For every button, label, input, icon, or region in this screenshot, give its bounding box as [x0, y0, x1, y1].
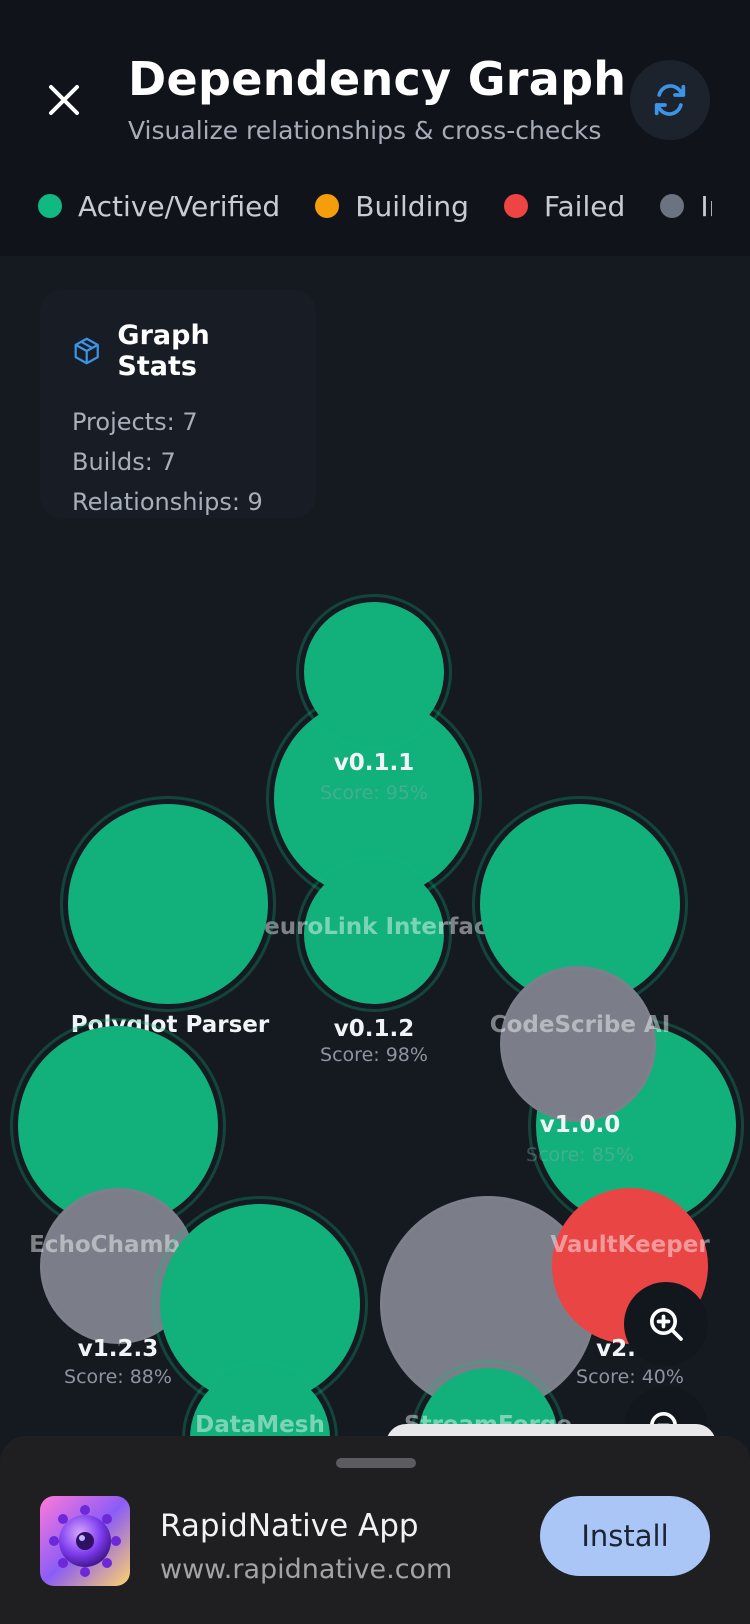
- page-title: Dependency Graph: [128, 52, 627, 106]
- header: Dependency Graph Visualize relationships…: [0, 0, 750, 256]
- sheet-handle[interactable]: [336, 1458, 416, 1468]
- install-button[interactable]: Install: [540, 1496, 710, 1576]
- node-label: v1.2.3: [77, 1336, 159, 1362]
- legend-item-building: Building: [315, 186, 469, 226]
- refresh-button[interactable]: [630, 60, 710, 140]
- node-label: DataMesh: [195, 1412, 325, 1438]
- legend-dot-active: [38, 194, 62, 218]
- legend-item-active: Active/Verified: [38, 186, 280, 226]
- node-label: v1.0.0: [539, 1112, 621, 1138]
- node-score: Score: 98%: [320, 1044, 428, 1066]
- node-score: Score: 85%: [526, 1144, 634, 1166]
- page-subtitle: Visualize relationships & cross-checks: [128, 116, 602, 145]
- node-v0-1-1[interactable]: [304, 602, 444, 742]
- stats-title: Graph Stats: [117, 320, 210, 382]
- node-polyglot-parser[interactable]: [68, 804, 268, 1004]
- node-label: v0.1.2: [333, 1016, 415, 1042]
- legend-item-inactive: Ina: [660, 186, 712, 226]
- stats-relationships: Relationships: 9: [72, 488, 263, 516]
- refresh-icon: [654, 84, 686, 116]
- legend-item-failed: Failed: [503, 186, 626, 226]
- legend-dot-inactive: [660, 194, 685, 218]
- node-label: v0.1.1: [333, 750, 415, 776]
- legend-label: Active/Verified: [78, 189, 281, 223]
- cube-icon: [74, 337, 99, 365]
- node-label: VaultKeeper: [550, 1232, 710, 1258]
- zoom-in-button[interactable]: [624, 1282, 708, 1366]
- stats-projects: Projects: 7: [72, 408, 198, 436]
- legend-label: Ina: [700, 189, 712, 223]
- status-legend: Active/Verified Building Failed Ina: [38, 186, 712, 226]
- legend-dot-building: [315, 194, 340, 218]
- app-icon: [40, 1496, 130, 1586]
- legend-label: Building: [355, 189, 469, 223]
- node-inactive[interactable]: [510, 974, 650, 1114]
- close-icon: [49, 85, 79, 115]
- app-url: www.rapidnative.com: [160, 1554, 453, 1585]
- node-label: NeuroLink Interface: [244, 914, 504, 940]
- stats-builds: Builds: 7: [72, 448, 176, 476]
- node-score: Score: 88%: [64, 1366, 172, 1388]
- legend-label: Failed: [543, 189, 626, 223]
- install-banner: RapidNative App www.rapidnative.com Inst…: [0, 1436, 750, 1624]
- node-label: CodeScribe AI: [489, 1012, 671, 1038]
- close-button[interactable]: [40, 76, 88, 124]
- stats-header: Graph Stats: [72, 320, 284, 382]
- legend-dot-failed: [503, 194, 528, 218]
- node-score: Score: 95%: [320, 782, 428, 804]
- node-score: Score: 40%: [576, 1366, 684, 1388]
- app-name: RapidNative App: [160, 1508, 419, 1544]
- graph-stats-card: Graph Stats Projects: 7 Builds: 7 Relati…: [40, 290, 316, 518]
- zoom-in-icon: [650, 1308, 683, 1341]
